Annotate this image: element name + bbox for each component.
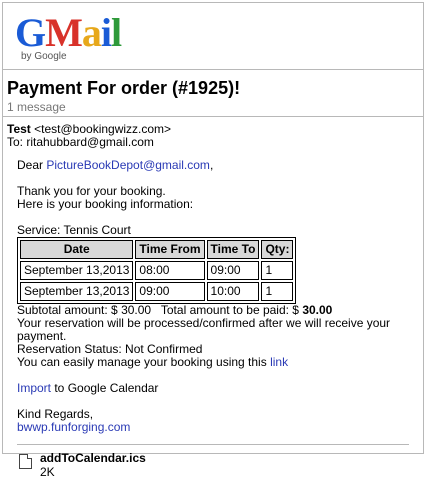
manage-booking-link[interactable]: link <box>270 355 288 369</box>
document-icon <box>19 454 32 469</box>
logo-byline: by Google <box>21 51 67 62</box>
recipient-line: To: ritahubbard@gmail.com <box>7 135 154 149</box>
manage-line: You can easily manage your booking using… <box>17 355 289 369</box>
attachment-name[interactable]: addToCalendar.ics <box>40 451 146 465</box>
greeting: Dear PictureBookDepot@gmail.com, <box>17 158 214 172</box>
table-header-date: Date <box>20 240 134 259</box>
service-text: Service: Tennis Court <box>17 223 131 237</box>
table-row: September 13,2013 09:00 10:00 1 <box>20 282 294 301</box>
email-print-view: GMail by Google Payment For order (#1925… <box>2 2 424 479</box>
sender-name: Test <box>7 122 31 136</box>
sender-email: <test@bookingwizz.com> <box>34 122 172 136</box>
booking-table: Date Time From Time To Qty: September 13… <box>17 237 297 304</box>
site-link[interactable]: bwwp.funforging.com <box>17 420 130 434</box>
message-count: 1 message <box>7 100 66 114</box>
table-row: September 13,2013 08:00 09:00 1 <box>20 261 294 280</box>
attachment[interactable]: addToCalendar.ics 2K <box>3 445 423 479</box>
subject-bar: Payment For order (#1925)! 1 message <box>3 70 423 117</box>
import-calendar-link[interactable]: Import <box>17 381 51 395</box>
gmail-header: GMail by Google <box>3 3 423 70</box>
attachment-size: 2K <box>40 465 55 479</box>
message-body: Dear PictureBookDepot@gmail.com, Thank y… <box>3 149 423 434</box>
table-header-time-from: Time From <box>135 240 205 259</box>
processing-note: Your reservation will be processed/confi… <box>17 316 391 343</box>
table-header-time-to: Time To <box>206 240 260 259</box>
greeting-email-link[interactable]: PictureBookDepot@gmail.com <box>46 158 210 172</box>
email-subject: Payment For order (#1925)! <box>7 78 241 98</box>
info-text: Here is your booking information: <box>17 197 194 211</box>
gmail-logo: GMail <box>15 10 122 55</box>
table-header-qty: Qty: <box>261 240 294 259</box>
import-line: Import to Google Calendar <box>17 381 159 395</box>
message-header: Test <test@bookingwizz.com> To: ritahubb… <box>3 117 423 149</box>
